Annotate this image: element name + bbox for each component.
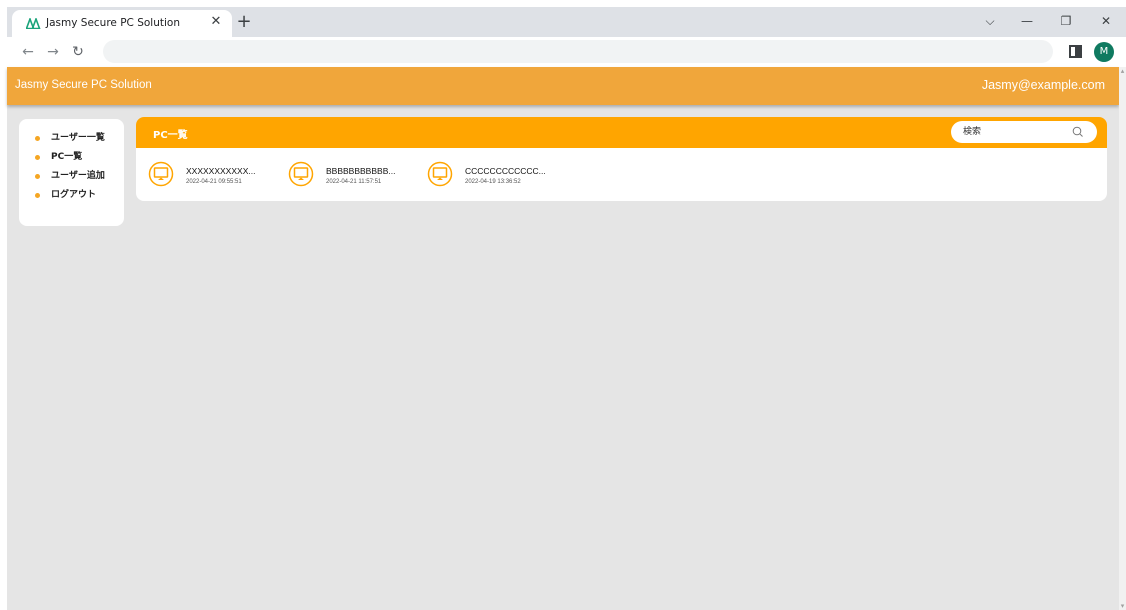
forward-button[interactable]: →: [44, 43, 62, 61]
pc-list-item[interactable]: CCCCCCCCCCCC... 2022-04-19 13:36:52: [427, 159, 567, 191]
sidebar-item-label: PC一覧: [51, 152, 83, 162]
monitor-icon: [288, 161, 314, 187]
pc-date: 2022-04-21 09:55:51: [186, 179, 242, 185]
browser-tab[interactable]: Jasmy Secure PC Solution ✕: [12, 10, 232, 37]
bullet-dot-icon: [35, 193, 40, 198]
sidebar-item-label: ユーザー追加: [51, 171, 105, 181]
pc-date: 2022-04-21 11:57:51: [326, 179, 382, 185]
reload-button[interactable]: ↻: [69, 43, 87, 61]
address-bar[interactable]: [103, 40, 1053, 63]
sidebar-item-pc-list[interactable]: PC一覧: [19, 148, 124, 167]
pc-name: BBBBBBBBBBB...: [326, 166, 396, 176]
side-panel-icon[interactable]: [1069, 45, 1082, 58]
page-scrollbar[interactable]: [1119, 67, 1126, 610]
sidebar-item-user-list[interactable]: ユーザー一覧: [19, 129, 124, 148]
sidebar-item-label: ユーザー一覧: [51, 133, 105, 143]
pc-name: CCCCCCCCCCCC...: [465, 166, 546, 176]
minimize-button[interactable]: —: [1017, 13, 1037, 29]
pc-name: XXXXXXXXXXX...: [186, 166, 256, 176]
pc-list: XXXXXXXXXXX... 2022-04-21 09:55:51 BBBBB…: [148, 159, 1098, 191]
browser-window: Jasmy Secure PC Solution ✕ + ⌵ — ❐ ✕ ← →…: [7, 7, 1126, 610]
close-window-button[interactable]: ✕: [1096, 13, 1116, 29]
app-title: Jasmy Secure PC Solution: [15, 79, 152, 91]
profile-avatar[interactable]: M: [1094, 42, 1114, 62]
jasmy-logo-icon: [26, 18, 41, 29]
search-box: [951, 121, 1097, 143]
back-button[interactable]: ←: [19, 43, 37, 61]
user-email[interactable]: Jasmy@example.com: [982, 78, 1105, 92]
search-icon[interactable]: [1071, 125, 1085, 139]
search-input[interactable]: [963, 125, 1063, 139]
bullet-dot-icon: [35, 174, 40, 179]
pc-list-panel: PC一覧 XXXXXXXXXXX...: [136, 117, 1107, 201]
tab-strip: Jasmy Secure PC Solution ✕ + ⌵ — ❐ ✕: [7, 7, 1126, 37]
tab-title: Jasmy Secure PC Solution: [46, 17, 180, 29]
bullet-dot-icon: [35, 136, 40, 141]
tab-search-icon[interactable]: ⌵: [980, 13, 1000, 29]
panel-title: PC一覧: [153, 130, 188, 141]
monitor-icon: [427, 161, 453, 187]
sidebar-menu: ユーザー一覧 PC一覧 ユーザー追加 ログアウト: [19, 119, 124, 226]
monitor-icon: [148, 161, 174, 187]
close-tab-icon[interactable]: ✕: [208, 14, 224, 30]
pc-list-item[interactable]: BBBBBBBBBBB... 2022-04-21 11:57:51: [288, 159, 428, 191]
bullet-dot-icon: [35, 155, 40, 160]
new-tab-button[interactable]: +: [235, 13, 253, 31]
restore-button[interactable]: ❐: [1056, 13, 1076, 29]
browser-toolbar: ← → ↻ M: [7, 37, 1126, 67]
app-header: Jasmy Secure PC Solution Jasmy@example.c…: [7, 67, 1119, 105]
app-content: Jasmy Secure PC Solution Jasmy@example.c…: [7, 67, 1126, 610]
sidebar-item-label: ログアウト: [51, 190, 97, 200]
sidebar-item-logout[interactable]: ログアウト: [19, 186, 124, 205]
panel-header: PC一覧: [136, 117, 1107, 148]
sidebar-item-add-user[interactable]: ユーザー追加: [19, 167, 124, 186]
pc-date: 2022-04-19 13:36:52: [465, 179, 521, 185]
pc-list-item[interactable]: XXXXXXXXXXX... 2022-04-21 09:55:51: [148, 159, 288, 191]
